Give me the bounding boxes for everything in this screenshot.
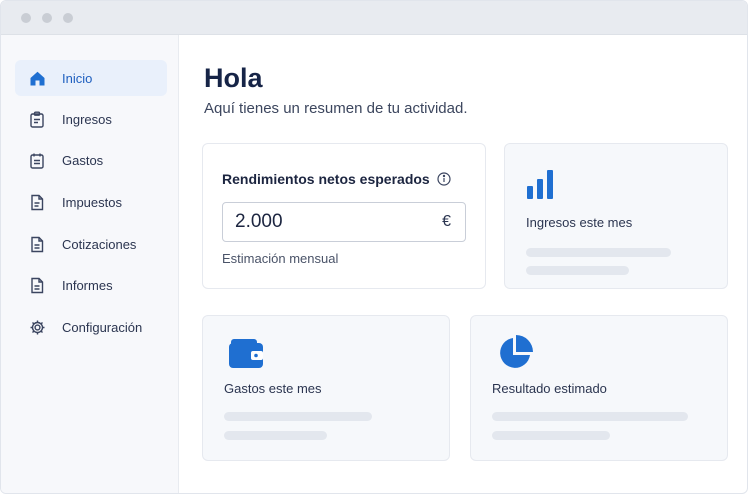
info-icon[interactable]: [437, 172, 451, 186]
main-content: Hola Aquí tienes un resumen de tu activi…: [180, 35, 747, 493]
page-title: Hola: [204, 63, 263, 93]
bar-chart-icon: [527, 169, 555, 204]
sidebar-item-label: Cotizaciones: [62, 236, 137, 252]
sidebar-item-label: Ingresos: [62, 111, 112, 127]
rendimientos-caption: Estimación mensual: [222, 251, 339, 266]
sidebar-item-label: Inicio: [62, 70, 93, 86]
skeleton-line: [492, 431, 610, 440]
rendimientos-amount-input[interactable]: [223, 211, 423, 233]
sidebar: Inicio Ingresos Gastos Impuestos Cotizac: [1, 35, 179, 493]
ingresos-card[interactable]: Ingresos este mes: [504, 143, 728, 289]
clipboard-icon: [28, 110, 46, 128]
skeleton-line: [224, 431, 327, 440]
sidebar-item-label: Informes: [62, 277, 113, 293]
sidebar-item-label: Configuración: [62, 319, 143, 335]
rendimientos-amount-field: €: [222, 202, 466, 242]
rendimientos-title-row: Rendimientos netos esperados: [222, 171, 451, 187]
gear-icon: [28, 318, 46, 336]
pie-chart-icon: [497, 335, 533, 376]
window-maximize-dot[interactable]: [63, 13, 73, 23]
ingresos-label: Ingresos este mes: [526, 215, 633, 230]
window-minimize-dot[interactable]: [42, 13, 52, 23]
skeleton-line: [526, 248, 671, 257]
receipt-icon: [28, 151, 46, 169]
currency-symbol: €: [442, 213, 451, 230]
sidebar-item-informes[interactable]: Informes: [15, 267, 167, 303]
document-icon: [28, 235, 46, 253]
sidebar-item-label: Impuestos: [62, 194, 122, 210]
document-icon: [28, 193, 46, 211]
skeleton-line: [526, 266, 629, 275]
app-window: Inicio Ingresos Gastos Impuestos Cotizac: [0, 0, 748, 494]
rendimientos-card: Rendimientos netos esperados € Estimació…: [202, 143, 486, 289]
window-close-dot[interactable]: [21, 13, 31, 23]
gastos-card[interactable]: Gastos este mes: [202, 315, 450, 461]
sidebar-item-configuracion[interactable]: Configuración: [15, 309, 167, 345]
sidebar-item-gastos[interactable]: Gastos: [15, 142, 167, 178]
skeleton-line: [492, 412, 688, 421]
resultado-card[interactable]: Resultado estimado: [470, 315, 728, 461]
window-titlebar: [1, 1, 747, 35]
sidebar-item-label: Gastos: [62, 152, 104, 168]
resultado-label: Resultado estimado: [492, 381, 607, 396]
rendimientos-title: Rendimientos netos esperados: [222, 171, 430, 187]
sidebar-item-ingresos[interactable]: Ingresos: [15, 101, 167, 137]
home-icon: [28, 69, 46, 87]
sidebar-item-impuestos[interactable]: Impuestos: [15, 184, 167, 220]
skeleton-line: [224, 412, 372, 421]
document-icon: [28, 276, 46, 294]
sidebar-item-cotizaciones[interactable]: Cotizaciones: [15, 226, 167, 262]
page-subtitle: Aquí tienes un resumen de tu actividad.: [204, 100, 468, 117]
sidebar-item-inicio[interactable]: Inicio: [15, 60, 167, 96]
wallet-icon: [229, 338, 263, 373]
gastos-label: Gastos este mes: [224, 381, 322, 396]
